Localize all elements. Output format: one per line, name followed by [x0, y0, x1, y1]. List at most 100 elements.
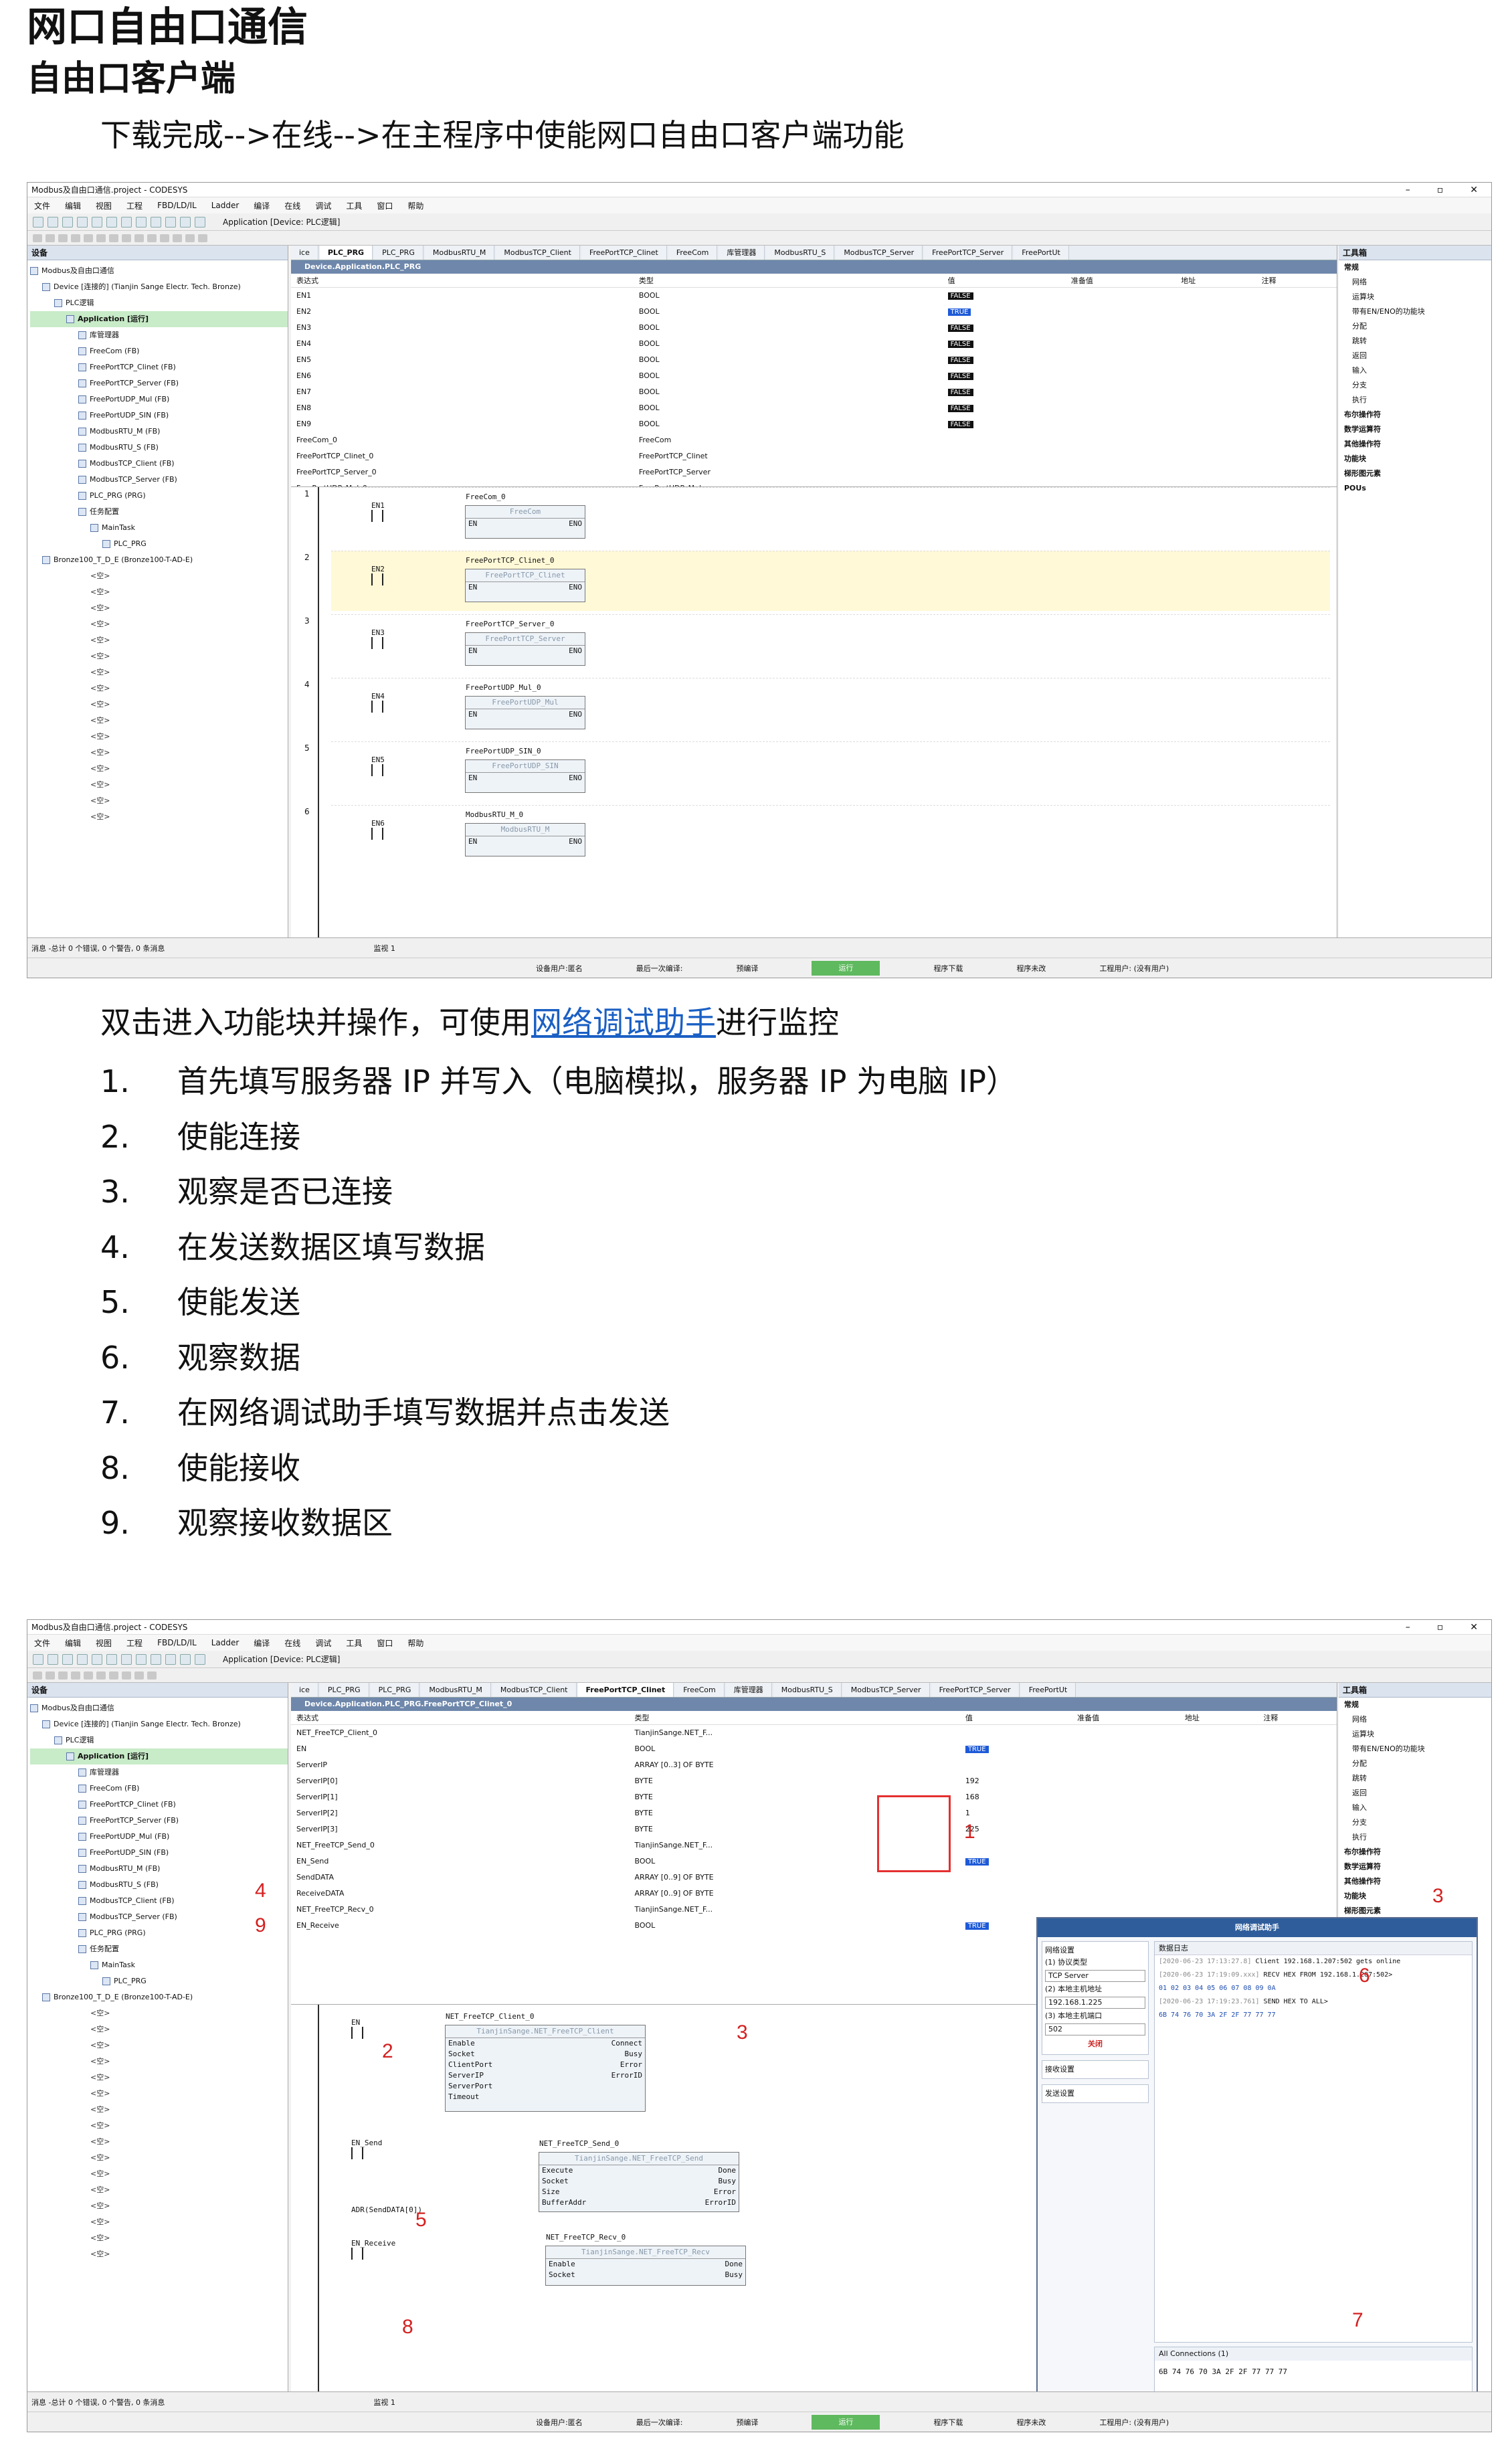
- editor-tab[interactable]: FreePortTCP_Server: [924, 246, 1013, 260]
- fb-net-freetcp-recv[interactable]: NET_FreeTCP_Recv_0 TianjinSange.NET_Free…: [545, 2233, 746, 2286]
- empty-slot[interactable]: <空>: [30, 2102, 288, 2118]
- prepared-value[interactable]: [1072, 1837, 1179, 1853]
- toolbox-item[interactable]: POUs: [1339, 481, 1491, 496]
- editor-tab[interactable]: ModbusRTU_S: [766, 246, 835, 260]
- toolbox-item[interactable]: 梯形图元素: [1339, 1904, 1491, 1918]
- tree-node[interactable]: FreePortTCP_Clinet (FB): [30, 359, 288, 375]
- toolbox-item[interactable]: 返回: [1339, 1786, 1491, 1801]
- menu-item[interactable]: FBD/LD/IL: [157, 201, 197, 210]
- rung-contact[interactable]: EN6: [371, 819, 385, 842]
- menu-item[interactable]: 文件: [34, 200, 50, 211]
- empty-slot[interactable]: <空>: [30, 745, 288, 761]
- menu-item[interactable]: Ladder: [211, 201, 240, 210]
- menu-item[interactable]: 工具: [346, 1637, 362, 1649]
- empty-slot[interactable]: <空>: [30, 777, 288, 793]
- empty-slot[interactable]: <空>: [30, 2166, 288, 2182]
- toolbox-item[interactable]: 分支: [1339, 1815, 1491, 1830]
- watch-row[interactable]: EN9 BOOL FALSE: [291, 416, 1337, 432]
- tree-node[interactable]: PLC_PRG (PRG): [30, 488, 288, 504]
- rung-contact[interactable]: EN2: [371, 565, 385, 587]
- toolbox-item[interactable]: 运算块: [1339, 1727, 1491, 1742]
- toolbox-item[interactable]: 分支: [1339, 378, 1491, 393]
- prepared-value[interactable]: [1072, 1853, 1179, 1869]
- tree-node[interactable]: Application [运行]: [30, 1748, 288, 1764]
- menu-item[interactable]: 编译: [254, 1637, 270, 1649]
- editor-tab[interactable]: FreePortTCP_Server: [931, 1683, 1020, 1697]
- tree-node[interactable]: ModbusTCP_Client (FB): [30, 456, 288, 472]
- watch-row[interactable]: NET_FreeTCP_Client_0 TianjinSange.NET_F..…: [291, 1724, 1337, 1740]
- function-block[interactable]: ModbusRTU_M_0 ModbusRTU_M EN ENO: [465, 810, 585, 856]
- watch-row[interactable]: EN3 BOOL FALSE: [291, 319, 1337, 335]
- tree-node[interactable]: FreePortUDP_Mul (FB): [30, 1829, 288, 1845]
- prepared-value[interactable]: [1072, 1869, 1179, 1885]
- editor-tab[interactable]: FreePortUt: [1020, 1683, 1076, 1697]
- empty-slot[interactable]: <空>: [30, 793, 288, 809]
- empty-slot[interactable]: <空>: [30, 648, 288, 664]
- tree-node[interactable]: MainTask: [30, 1957, 288, 1973]
- watch-row[interactable]: EN4 BOOL FALSE: [291, 335, 1337, 351]
- prepared-value[interactable]: [1072, 1773, 1179, 1789]
- menu-bar[interactable]: 文件 编辑 视图 工程 FBD/LD/IL Ladder 编译 在线 调试 工具 窗口 帮助: [27, 197, 1491, 213]
- editor-tab[interactable]: 库管理器: [719, 246, 765, 260]
- send-data-input[interactable]: 6B 74 76 70 3A 2F 2F 77 77 77: [1155, 2361, 1472, 2383]
- menu-item[interactable]: 工程: [126, 200, 143, 211]
- prepared-value[interactable]: [1072, 1821, 1179, 1837]
- ladder-toolbar[interactable]: [27, 231, 1491, 246]
- tree-node[interactable]: ModbusRTU_S (FB): [30, 1877, 288, 1893]
- function-block[interactable]: FreePortTCP_Server_0 FreePortTCP_Server EN…: [465, 620, 585, 666]
- tree-node[interactable]: Bronze100_T_D_E (Bronze100-T-AD-E): [30, 1989, 288, 2005]
- empty-slot[interactable]: <空>: [30, 616, 288, 632]
- menu-item[interactable]: 在线: [284, 200, 300, 211]
- editor-tab[interactable]: PLC_PRG: [370, 1683, 420, 1697]
- rung-contact[interactable]: EN5: [371, 755, 385, 778]
- toolbox-item[interactable]: 输入: [1339, 1801, 1491, 1815]
- close-connection-button[interactable]: 关闭: [1045, 2037, 1145, 2052]
- empty-slot[interactable]: <空>: [30, 2054, 288, 2070]
- prepared-value[interactable]: [1072, 1789, 1179, 1805]
- watch-row[interactable]: ServerIP[3] BYTE 225: [291, 1821, 1337, 1837]
- watch-row[interactable]: ServerIP[2] BYTE 1: [291, 1805, 1337, 1821]
- tree-node[interactable]: Modbus及自由口通信: [30, 263, 288, 279]
- function-block[interactable]: FreePortTCP_Clinet_0 FreePortTCP_Clinet EN…: [465, 556, 585, 602]
- tree-node[interactable]: ModbusTCP_Server (FB): [30, 1909, 288, 1925]
- tree-node[interactable]: PLC_PRG: [30, 1973, 288, 1989]
- watch-row[interactable]: NET_FreeTCP_Send_0 TianjinSange.NET_F...: [291, 1837, 1337, 1853]
- menu-item[interactable]: 文件: [34, 1637, 50, 1649]
- empty-slot[interactable]: <空>: [30, 2070, 288, 2086]
- editor-tab[interactable]: ModbusRTU_M: [421, 1683, 491, 1697]
- empty-slot[interactable]: <空>: [30, 568, 288, 584]
- watch-row[interactable]: ServerIP ARRAY [0..3] OF BYTE: [291, 1756, 1337, 1773]
- editor-tab[interactable]: FreePortUt: [1014, 246, 1069, 260]
- tree-node[interactable]: Application [运行]: [30, 311, 288, 327]
- local-ip-field[interactable]: 192.168.1.225: [1045, 1997, 1145, 2009]
- toolbar[interactable]: Application [Device: PLC逻辑]: [27, 1651, 1491, 1668]
- tree-node[interactable]: ModbusRTU_M (FB): [30, 424, 288, 440]
- tree-node[interactable]: FreePortTCP_Clinet (FB): [30, 1797, 288, 1813]
- empty-slot[interactable]: <空>: [30, 2134, 288, 2150]
- watch-row[interactable]: SendDATA ARRAY [0..9] OF BYTE: [291, 1869, 1337, 1885]
- tree-node[interactable]: ModbusRTU_M (FB): [30, 1861, 288, 1877]
- editor-tab[interactable]: PLC_PRG: [319, 1683, 369, 1697]
- tree-node[interactable]: ModbusTCP_Client (FB): [30, 1893, 288, 1909]
- empty-slot[interactable]: <空>: [30, 584, 288, 600]
- toolbar[interactable]: Application [Device: PLC逻辑]: [27, 213, 1491, 231]
- ladder-toolbar[interactable]: [27, 1668, 1491, 1683]
- prepared-value[interactable]: [1072, 1724, 1179, 1740]
- watch-tab[interactable]: 监视 1: [373, 2397, 395, 2408]
- editor-tabs[interactable]: ice PLC_PRG PLC_PRG ModbusRTU_M ModbusTCP_Cl…: [291, 246, 1337, 260]
- menu-item[interactable]: 在线: [284, 1637, 300, 1649]
- toolbox-item[interactable]: 布尔操作符: [1339, 407, 1491, 422]
- rung-contact[interactable]: EN4: [371, 692, 385, 715]
- menu-item[interactable]: FBD/LD/IL: [157, 1638, 197, 1647]
- tree-node[interactable]: MainTask: [30, 520, 288, 536]
- watch-row[interactable]: EN_Send BOOL TRUE: [291, 1853, 1337, 1869]
- tree-node[interactable]: FreeCom (FB): [30, 343, 288, 359]
- editor-tab[interactable]: ice: [291, 1683, 318, 1697]
- toolbox-item[interactable]: 布尔操作符: [1339, 1845, 1491, 1860]
- prepared-value[interactable]: [1066, 399, 1175, 416]
- menu-item[interactable]: Ladder: [211, 1638, 240, 1647]
- menu-item[interactable]: 调试: [315, 200, 331, 211]
- menu-item[interactable]: 视图: [96, 1637, 112, 1649]
- empty-slot[interactable]: <空>: [30, 2037, 288, 2054]
- toolbox-item[interactable]: 跳转: [1339, 1771, 1491, 1786]
